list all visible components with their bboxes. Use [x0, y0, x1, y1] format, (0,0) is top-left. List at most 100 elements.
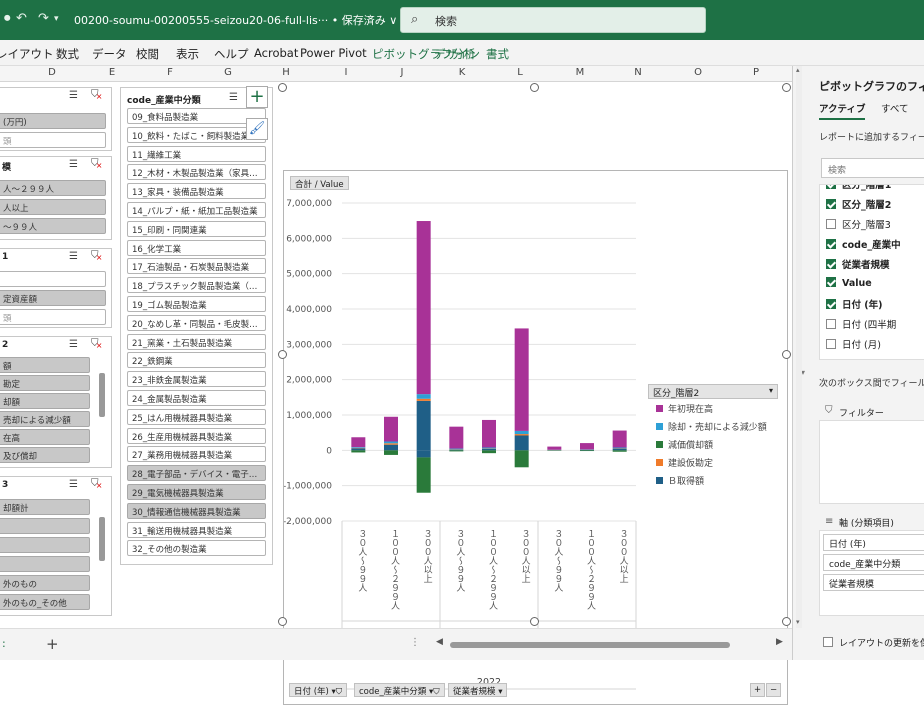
ribbon-tab-1[interactable]: レイアウト — [0, 46, 54, 62]
column-header[interactable]: K — [452, 67, 472, 78]
slicer-item-industry[interactable]: 30_情報通信機械器具製造業 — [127, 503, 266, 519]
field-search-input[interactable]: 検索 — [821, 158, 924, 178]
field-item[interactable]: 日付 (月) — [826, 337, 881, 351]
clear-filter-icon[interactable]: ⛉ — [91, 250, 99, 261]
clear-filter-icon[interactable]: ⛉ — [91, 338, 99, 349]
defer-layout-update[interactable]: レイアウトの更新を保 — [823, 636, 924, 649]
slicer-item-industry[interactable]: 32_その他の製造業 — [127, 540, 266, 556]
slicer-item-industry[interactable]: 19_ゴム製品製造業 — [127, 296, 266, 312]
slicer-item-industry[interactable]: 17_石油製品・石炭製品製造業 — [127, 258, 266, 274]
field-checkbox[interactable] — [826, 299, 836, 309]
slicer-item[interactable]: 額 — [0, 357, 90, 373]
field-item[interactable]: code_産業中 — [826, 237, 901, 251]
slicer-item-industry[interactable]: 23_非鉄金属製造業 — [127, 371, 266, 387]
add-sheet-icon[interactable]: + — [46, 635, 59, 653]
column-header[interactable]: M — [570, 67, 590, 78]
field-checkbox[interactable] — [826, 339, 836, 349]
axis-item[interactable]: 日付 (年) — [823, 534, 924, 551]
slicer-item-industry[interactable]: 22_鉄鋼業 — [127, 352, 266, 368]
ribbon-tab-7[interactable]: Acrobat — [254, 46, 298, 60]
field-item[interactable]: 区分_階層1 — [826, 184, 891, 191]
slicer-item[interactable] — [0, 537, 90, 553]
resize-handle[interactable] — [278, 617, 287, 626]
tab-active[interactable]: アクティブ — [819, 101, 865, 120]
ribbon-tab-11[interactable]: 書式 — [486, 46, 509, 62]
resize-handle[interactable] — [278, 350, 287, 359]
multiselect-icon[interactable]: ☰ — [69, 159, 78, 170]
vertical-scrollbar[interactable]: ▴ ▾ — [796, 66, 802, 628]
scroll-left-icon[interactable]: ◀ — [436, 637, 443, 647]
slicer-item-industry[interactable]: 11_繊維工業 — [127, 146, 266, 162]
slicer-item-industry[interactable]: 25_はん用機械器具製造業 — [127, 409, 266, 425]
defer-checkbox[interactable] — [823, 637, 833, 647]
slicer-item-industry[interactable]: 14_パルプ・紙・紙加工品製造業 — [127, 202, 266, 218]
slicer-item[interactable]: 外のもの — [0, 575, 90, 591]
slicer-scrollbar[interactable] — [99, 373, 105, 417]
slicer-item-industry[interactable]: 20_なめし革・同製品・毛皮製… — [127, 315, 266, 331]
slicer-item-industry[interactable]: 24_金属製品製造業 — [127, 390, 266, 406]
field-button-year[interactable]: 日付 (年) ▾⛉ — [289, 683, 347, 697]
slicer-item[interactable]: 却額 — [0, 393, 90, 409]
slicer-item[interactable]: 外のもの_その他 — [0, 594, 90, 610]
customize-qat-icon[interactable]: ▾ — [54, 14, 59, 24]
slicer-item[interactable]: 頭 — [0, 132, 106, 148]
slicer-5[interactable]: 3 ☰ ⛉ 却額計 外のもの 外のもの_その他 — [0, 476, 112, 616]
chart-styles-brush-icon[interactable]: 🖌 — [246, 118, 268, 140]
field-item[interactable]: Value — [826, 277, 872, 289]
ribbon-tab-6[interactable]: ヘルプ — [214, 46, 249, 62]
field-checkbox[interactable] — [826, 259, 836, 269]
document-title[interactable]: 00200-soumu-00200555-seizou20-06-full-li… — [74, 12, 397, 28]
multiselect-icon[interactable]: ☰ — [229, 92, 238, 103]
slicer-item-industry[interactable]: 31_輸送用機械器具製造業 — [127, 522, 266, 538]
resize-handle[interactable] — [530, 617, 539, 626]
filters-area[interactable] — [819, 420, 924, 504]
slicer-item[interactable] — [0, 271, 106, 287]
slicer-item[interactable]: 定資産額 — [0, 290, 106, 306]
axis-item[interactable]: code_産業中分類 — [823, 554, 924, 571]
slicer-item[interactable]: (万円) — [0, 113, 106, 129]
slicer-item[interactable]: 売却による減少額 — [0, 411, 90, 427]
multiselect-icon[interactable]: ☰ — [69, 479, 78, 490]
resize-handle[interactable] — [782, 617, 791, 626]
field-item[interactable]: 日付 (四半期 — [826, 317, 896, 331]
legend-field-button[interactable]: 区分_階層2▾ — [648, 384, 778, 399]
slicer-item[interactable] — [0, 518, 90, 534]
undo-icon[interactable]: ↶ — [16, 11, 27, 26]
slicer-item-industry[interactable]: 12_木材・木製品製造業（家具… — [127, 164, 266, 180]
slicer-item-industry[interactable]: 29_電気機械器具製造業 — [127, 484, 266, 500]
clear-filter-icon[interactable]: ⛉ — [91, 158, 99, 169]
column-header[interactable]: P — [746, 67, 766, 78]
slicer-item[interactable]: 却額計 — [0, 499, 90, 515]
scroll-up-icon[interactable]: ▴ — [796, 66, 800, 74]
slicer-item-industry[interactable]: 27_業務用機械器具製造業 — [127, 446, 266, 462]
clear-filter-icon[interactable]: ⛉ — [91, 89, 99, 100]
autosave-icon[interactable]: ⏺ — [4, 11, 11, 26]
ribbon-tab-8[interactable]: Power Pivot — [300, 46, 367, 60]
slicer-scrollbar[interactable] — [99, 517, 105, 561]
search-box[interactable]: ⌕ 検索 — [400, 7, 706, 33]
slicer-item-industry[interactable]: 16_化学工業 — [127, 240, 266, 256]
column-header[interactable]: N — [628, 67, 648, 78]
collapse-field-button[interactable]: − — [766, 683, 781, 697]
field-item[interactable]: 区分_階層3 — [826, 217, 891, 231]
multiselect-icon[interactable]: ☰ — [69, 339, 78, 350]
slicer-item[interactable]: 及び償却 — [0, 447, 90, 463]
field-checkbox[interactable] — [826, 319, 836, 329]
slicer-item[interactable] — [0, 556, 90, 572]
slicer-industry[interactable]: code_産業中分類 ☰ ⛉ 09_食料品製造業10_飲料・たばこ・飼料製造業1… — [120, 87, 273, 565]
slicer-item-industry[interactable]: 13_家具・装備品製造業 — [127, 183, 266, 199]
multiselect-icon[interactable]: ☰ — [69, 251, 78, 262]
column-header[interactable]: E — [102, 67, 122, 78]
slicer-item-industry[interactable]: 15_印刷・同関連業 — [127, 221, 266, 237]
field-list[interactable]: 区分_階層1区分_階層2区分_階層3code_産業中従業者規模Value日付 (… — [819, 184, 924, 360]
ribbon-tab-5[interactable]: 表示 — [176, 46, 199, 62]
column-header[interactable]: H — [276, 67, 296, 78]
slicer-item[interactable]: 勘定 — [0, 375, 90, 391]
field-checkbox[interactable] — [826, 239, 836, 249]
redo-icon[interactable]: ↷ — [38, 11, 49, 26]
column-header[interactable]: D — [42, 67, 62, 78]
ribbon-tab-2[interactable]: 数式 — [56, 46, 79, 62]
slicer-item-industry[interactable]: 18_プラスチック製品製造業（… — [127, 277, 266, 293]
slicer-item[interactable]: ～９９人 — [0, 218, 106, 234]
slicer-item-industry[interactable]: 28_電子部品・デバイス・電子… — [127, 465, 266, 481]
